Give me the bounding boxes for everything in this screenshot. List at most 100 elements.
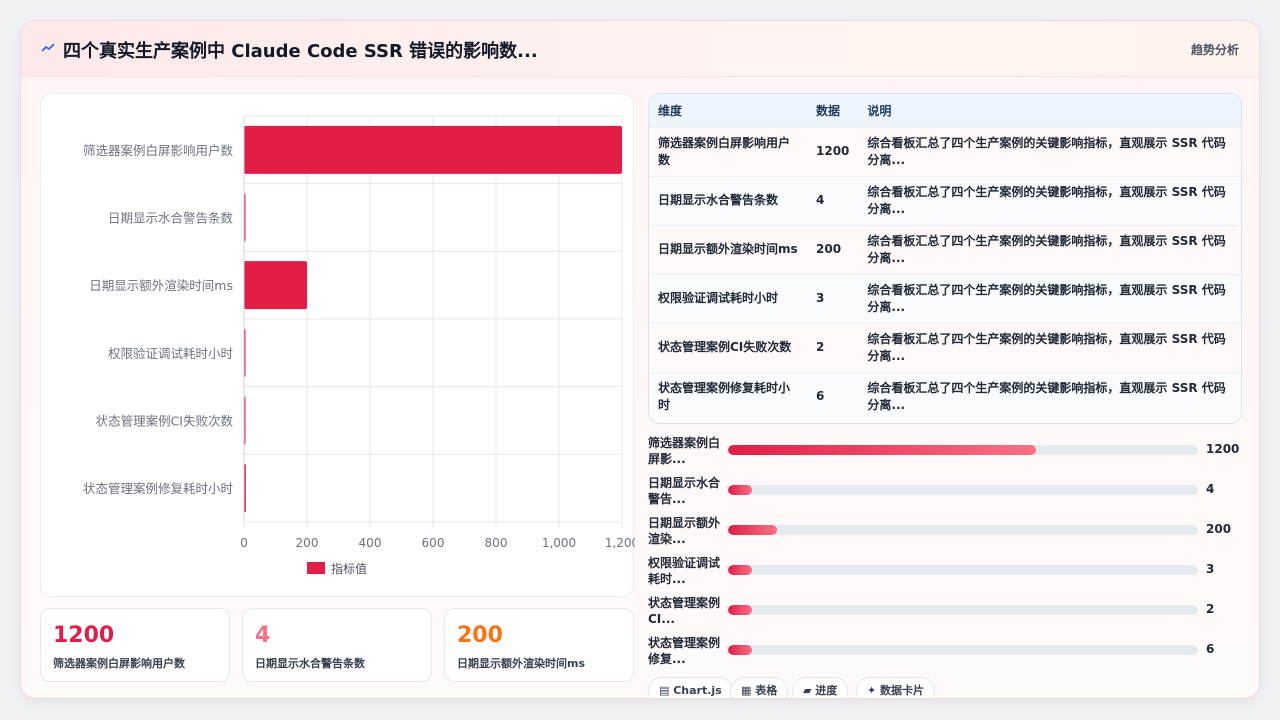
cell-value: 2: [816, 340, 825, 354]
chip-data-card[interactable]: ✦ 数据卡片: [856, 677, 936, 698]
bar: [244, 125, 622, 174]
category-label: 日期显示水合警告条数: [108, 211, 234, 226]
x-tick-label: 0: [240, 536, 248, 550]
column-header-dimension: 维度: [658, 103, 683, 118]
stat-label: 筛选器案例白屏影响用户数: [53, 657, 185, 670]
category-label: 权限验证调试耗时小时: [108, 346, 234, 361]
chip-progress[interactable]: ▰ 进度: [792, 677, 849, 698]
column-header-value: 数据: [816, 103, 841, 118]
progress-label: 状态管理案例修复...: [648, 636, 721, 666]
x-tick-label: 1,200: [605, 536, 635, 550]
table-row: 状态管理案例修复耗时小时 6 综合看板汇总了四个生产案例的关键影响指标，直观展示…: [649, 372, 1241, 421]
x-tick-label: 800: [485, 536, 508, 550]
progress-value: 3: [1206, 562, 1215, 576]
progress-track: [728, 645, 1198, 655]
progress-label: 状态管理案例CI...: [648, 596, 721, 626]
progress-row: 日期显示额外渲染... 200: [648, 513, 1242, 553]
cell-description: 综合看板汇总了四个生产案例的关键影响指标，直观展示 SSR 代码分离...: [867, 331, 1226, 363]
progress-track: [728, 605, 1198, 615]
chip-label: 数据卡片: [880, 684, 925, 697]
category-label: 状态管理案例修复耗时小时: [83, 481, 234, 496]
progress-label: 筛选器案例白屏影...: [648, 436, 721, 466]
category-label: 状态管理案例CI失败次数: [96, 414, 234, 429]
stat-value: 1200: [53, 623, 115, 648]
cell-description: 综合看板汇总了四个生产案例的关键影响指标，直观展示 SSR 代码分离...: [867, 233, 1226, 265]
column-header-description: 说明: [867, 103, 892, 118]
table-row: 筛选器案例白屏影响用户数 1200 综合看板汇总了四个生产案例的关键影响指标，直…: [649, 127, 1241, 176]
cell-value: 6: [816, 389, 825, 404]
cell-value: 200: [816, 242, 842, 256]
data-table-panel: 维度 数据 说明 筛选器案例白屏影响用户数 1200 综合看板汇总了四个生产案例…: [648, 93, 1242, 424]
category-label: 日期显示额外渲染时间ms: [89, 278, 233, 293]
stat-value: 200: [457, 623, 503, 648]
x-tick-label: 600: [422, 536, 445, 550]
progress-fill: [728, 445, 1036, 455]
chip-label: 进度: [815, 684, 838, 697]
cell-description: 综合看板汇总了四个生产案例的关键影响指标，直观展示 SSR 代码分离...: [867, 380, 1226, 412]
progress-fill: [728, 605, 752, 615]
cell-value: 1200: [816, 144, 850, 158]
stat-card: 200 日期显示额外渲染时间ms: [444, 608, 634, 682]
progress-list: 筛选器案例白屏影... 1200 日期显示水合警告... 4 日期显示额外渲染.…: [648, 433, 1242, 673]
table-header-row: 维度 数据 说明: [649, 94, 1241, 127]
trend-analysis-tab[interactable]: 趋势分析: [1191, 41, 1239, 58]
dashboard-card: 四个真实生产案例中 Claude Code SSR 错误的影响数... 趋势分析…: [20, 20, 1260, 699]
cell-description: 综合看板汇总了四个生产案例的关键影响指标，直观展示 SSR 代码分离...: [867, 282, 1226, 314]
cell-dimension: 日期显示水合警告条数: [658, 193, 779, 207]
chip-label: Chart.js: [673, 684, 722, 697]
cell-description: 综合看板汇总了四个生产案例的关键影响指标，直观展示 SSR 代码分离...: [867, 184, 1226, 216]
stat-card: 4 日期显示水合警告条数: [242, 608, 432, 682]
cell-dimension: 筛选器案例白屏影响用户数: [658, 135, 791, 167]
progress-track: [728, 525, 1198, 535]
trend-icon: [41, 43, 55, 52]
chip-chartjs[interactable]: ▤ Chart.js: [648, 677, 733, 698]
progress-fill: [728, 525, 778, 535]
progress-fill: [728, 565, 752, 575]
table-icon: ▦: [741, 684, 756, 697]
stat-label: 日期显示水合警告条数: [255, 657, 365, 670]
x-tick-label: 200: [296, 536, 319, 550]
chip-label: 表格: [755, 684, 778, 697]
progress-track: [728, 445, 1198, 455]
stat-value: 4: [255, 623, 271, 648]
legend-swatch: [307, 562, 325, 574]
table-row: 日期显示水合警告条数 4 综合看板汇总了四个生产案例的关键影响指标，直观展示 S…: [649, 176, 1241, 225]
bar-chart-panel: 0 200 400 600 800 1,000 1,200 筛选器案例白屏影响用户数日期显示水…: [40, 93, 635, 597]
cell-value: 3: [816, 291, 825, 305]
progress-value: 6: [1206, 642, 1215, 656]
cell-dimension: 状态管理案例修复耗时小时: [658, 380, 791, 412]
progress-label: 日期显示水合警告...: [648, 476, 721, 506]
progress-value: 4: [1206, 482, 1215, 496]
progress-track: [728, 485, 1198, 495]
chip-table[interactable]: ▦ 表格: [730, 677, 789, 698]
stat-label: 日期显示额外渲染时间ms: [457, 657, 586, 670]
cell-dimension: 权限验证调试耗时小时: [658, 291, 779, 305]
page-title: 四个真实生产案例中 Claude Code SSR 错误的影响数...: [63, 41, 538, 62]
x-tick-label: 400: [359, 536, 382, 550]
progress-value: 200: [1206, 522, 1232, 536]
sparkle-icon: ✦: [867, 684, 881, 697]
progress-fill: [728, 645, 752, 655]
cell-dimension: 日期显示额外渲染时间ms: [658, 242, 798, 256]
category-label: 筛选器案例白屏影响用户数: [83, 143, 234, 158]
progress-value: 2: [1206, 602, 1215, 616]
x-tick-label: 1,000: [542, 536, 576, 550]
progress-fill: [728, 485, 752, 495]
bar-chart: 0 200 400 600 800 1,000 1,200 筛选器案例白屏影响用户数日期显示水…: [83, 115, 635, 576]
progress-row: 状态管理案例CI... 2: [648, 593, 1242, 633]
cell-dimension: 状态管理案例CI失败次数: [658, 340, 792, 354]
progress-value: 1200: [1206, 442, 1240, 456]
progress-track: [728, 565, 1198, 575]
cell-value: 4: [816, 193, 825, 207]
progress-icon: ▰: [803, 684, 816, 697]
progress-label: 权限验证调试耗时...: [648, 556, 721, 586]
progress-row: 状态管理案例修复... 6: [648, 633, 1242, 673]
stat-card: 1200 筛选器案例白屏影响用户数: [40, 608, 230, 682]
cell-description: 综合看板汇总了四个生产案例的关键影响指标，直观展示 SSR 代码分离...: [867, 135, 1226, 167]
progress-row: 筛选器案例白屏影... 1200: [648, 433, 1242, 473]
bar: [244, 261, 307, 310]
data-table: 维度 数据 说明 筛选器案例白屏影响用户数 1200 综合看板汇总了四个生产案例…: [649, 94, 1241, 421]
chart-icon: ▤: [659, 684, 674, 697]
table-row: 状态管理案例CI失败次数 2 综合看板汇总了四个生产案例的关键影响指标，直观展示…: [649, 323, 1241, 372]
progress-label: 日期显示额外渲染...: [648, 516, 721, 546]
